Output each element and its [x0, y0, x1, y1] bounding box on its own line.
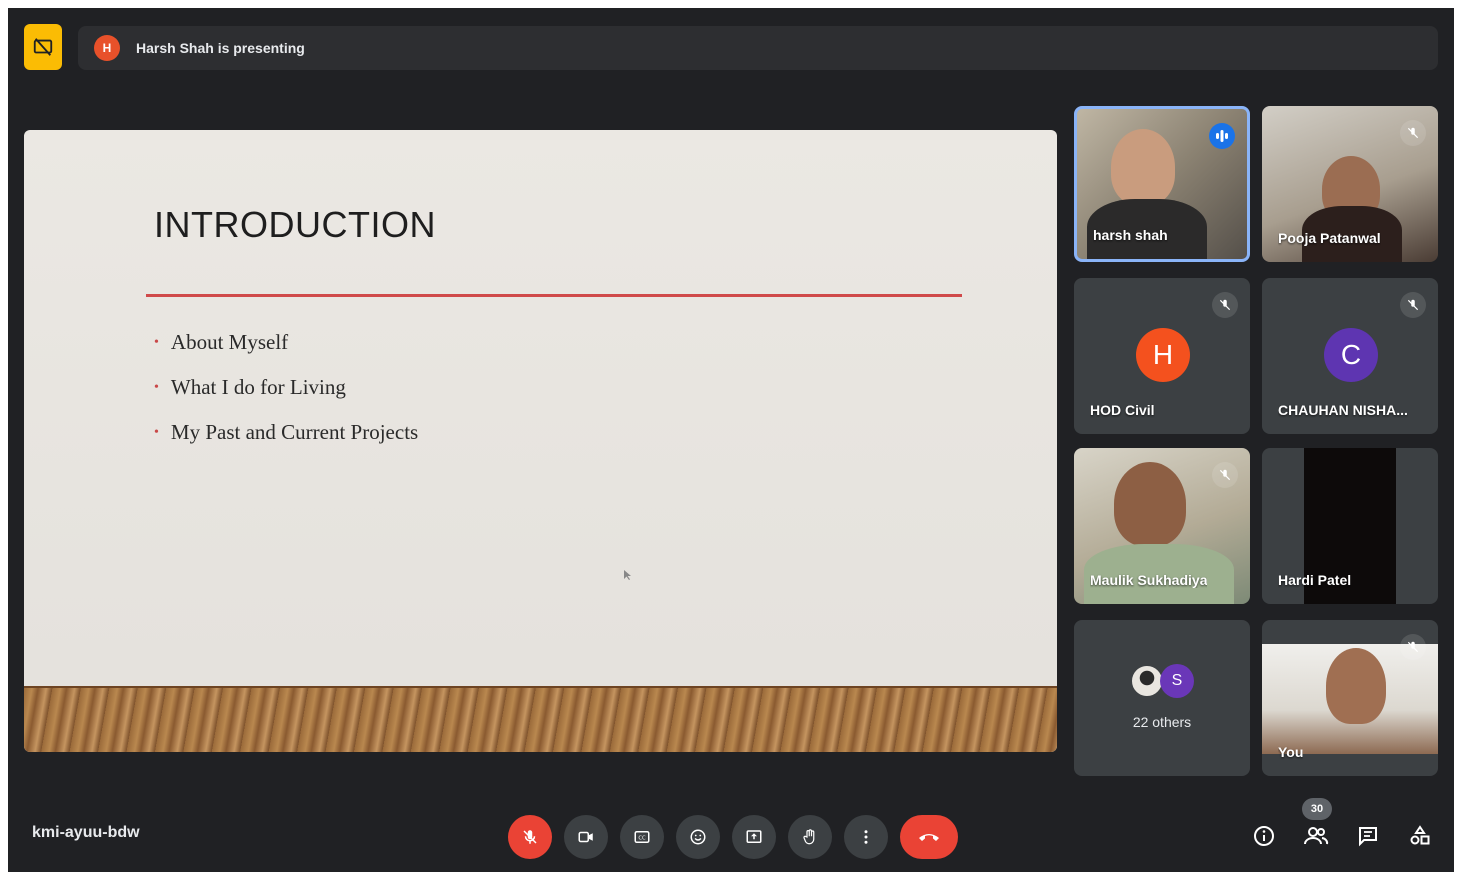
end-call-icon[interactable]	[900, 815, 958, 859]
participant-video	[1326, 648, 1386, 724]
people-count-badge: 30	[1302, 798, 1332, 820]
slide-wood-floor	[24, 686, 1057, 752]
participant-name: You	[1278, 744, 1304, 760]
participant-video	[1111, 129, 1175, 205]
mic-off-icon[interactable]	[508, 815, 552, 859]
bullet-dot-icon: •	[154, 379, 159, 395]
bullet-dot-icon: •	[154, 334, 159, 350]
others-avatar-initial: S	[1160, 664, 1194, 698]
mouse-cursor-icon	[624, 570, 631, 580]
participant-name: harsh shah	[1093, 227, 1168, 243]
others-avatar-stack: S	[1130, 664, 1194, 698]
svg-text:CC: CC	[638, 836, 646, 842]
more-options-icon[interactable]	[844, 815, 888, 859]
captions-icon[interactable]: CC	[620, 815, 664, 859]
participant-tile-others[interactable]: S 22 others	[1074, 620, 1250, 776]
mic-off-icon	[1212, 462, 1238, 488]
mic-off-icon	[1212, 292, 1238, 318]
participant-tile-hod-civil[interactable]: H HOD Civil	[1074, 278, 1250, 434]
meeting-code: kmi-ayuu-bdw	[32, 824, 140, 841]
info-icon[interactable]	[1248, 820, 1280, 852]
slide-bullet: • About Myself	[154, 330, 289, 354]
participant-tile-hardi-patel[interactable]: Hardi Patel	[1262, 448, 1438, 604]
others-count-label: 22 others	[1132, 714, 1192, 730]
participant-name: CHAUHAN NISHA...	[1278, 402, 1408, 418]
slide-bullet: • My Past and Current Projects	[154, 420, 419, 444]
mic-off-icon	[1400, 120, 1426, 146]
people-icon[interactable]	[1300, 820, 1332, 852]
participant-video	[1114, 462, 1186, 546]
presenter-avatar: H	[94, 35, 120, 61]
camera-icon[interactable]	[564, 815, 608, 859]
meet-window: H Harsh Shah is presenting INTRODUCTION …	[8, 8, 1454, 872]
speaking-indicator-icon	[1209, 123, 1235, 149]
meeting-tools	[1248, 820, 1436, 852]
presentation-slide: INTRODUCTION • About Myself • What I do fo…	[24, 130, 1057, 752]
slide-divider	[146, 294, 962, 297]
participant-avatar: C	[1324, 328, 1378, 382]
participant-tile-maulik-sukhadiya[interactable]: Maulik Sukhadiya	[1074, 448, 1250, 604]
slide-bullet: • What I do for Living	[154, 375, 346, 399]
activities-icon[interactable]	[1404, 820, 1436, 852]
slide-bullet-list: • About Myself • What I do for Living • My …	[154, 320, 418, 455]
mic-off-icon	[1400, 292, 1426, 318]
participant-name: Maulik Sukhadiya	[1090, 572, 1208, 588]
participant-name: Hardi Patel	[1278, 572, 1352, 588]
presenting-banner: H Harsh Shah is presenting	[78, 26, 1438, 70]
participant-tile-harsh-shah[interactable]: harsh shah	[1074, 106, 1250, 262]
participant-tile-you[interactable]: You	[1262, 620, 1438, 776]
slide-title: INTRODUCTION	[154, 204, 436, 245]
participant-tile-pooja-patanwal[interactable]: Pooja Patanwal	[1262, 106, 1438, 262]
bullet-dot-icon: •	[154, 424, 159, 440]
emoji-icon[interactable]	[676, 815, 720, 859]
present-screen-icon[interactable]	[732, 815, 776, 859]
stop-presenting-icon[interactable]	[24, 24, 62, 70]
participant-tile-chauhan-nisha[interactable]: C CHAUHAN NISHA...	[1262, 278, 1438, 434]
others-avatar-photo	[1130, 664, 1164, 698]
participant-name: Pooja Patanwal	[1278, 230, 1381, 246]
chat-icon[interactable]	[1352, 820, 1384, 852]
call-controls: CC	[508, 814, 958, 860]
mic-off-icon	[1400, 634, 1426, 660]
raise-hand-icon[interactable]	[788, 815, 832, 859]
participant-name: HOD Civil	[1090, 402, 1155, 418]
presenting-text: Harsh Shah is presenting	[136, 40, 305, 56]
participant-avatar: H	[1136, 328, 1190, 382]
